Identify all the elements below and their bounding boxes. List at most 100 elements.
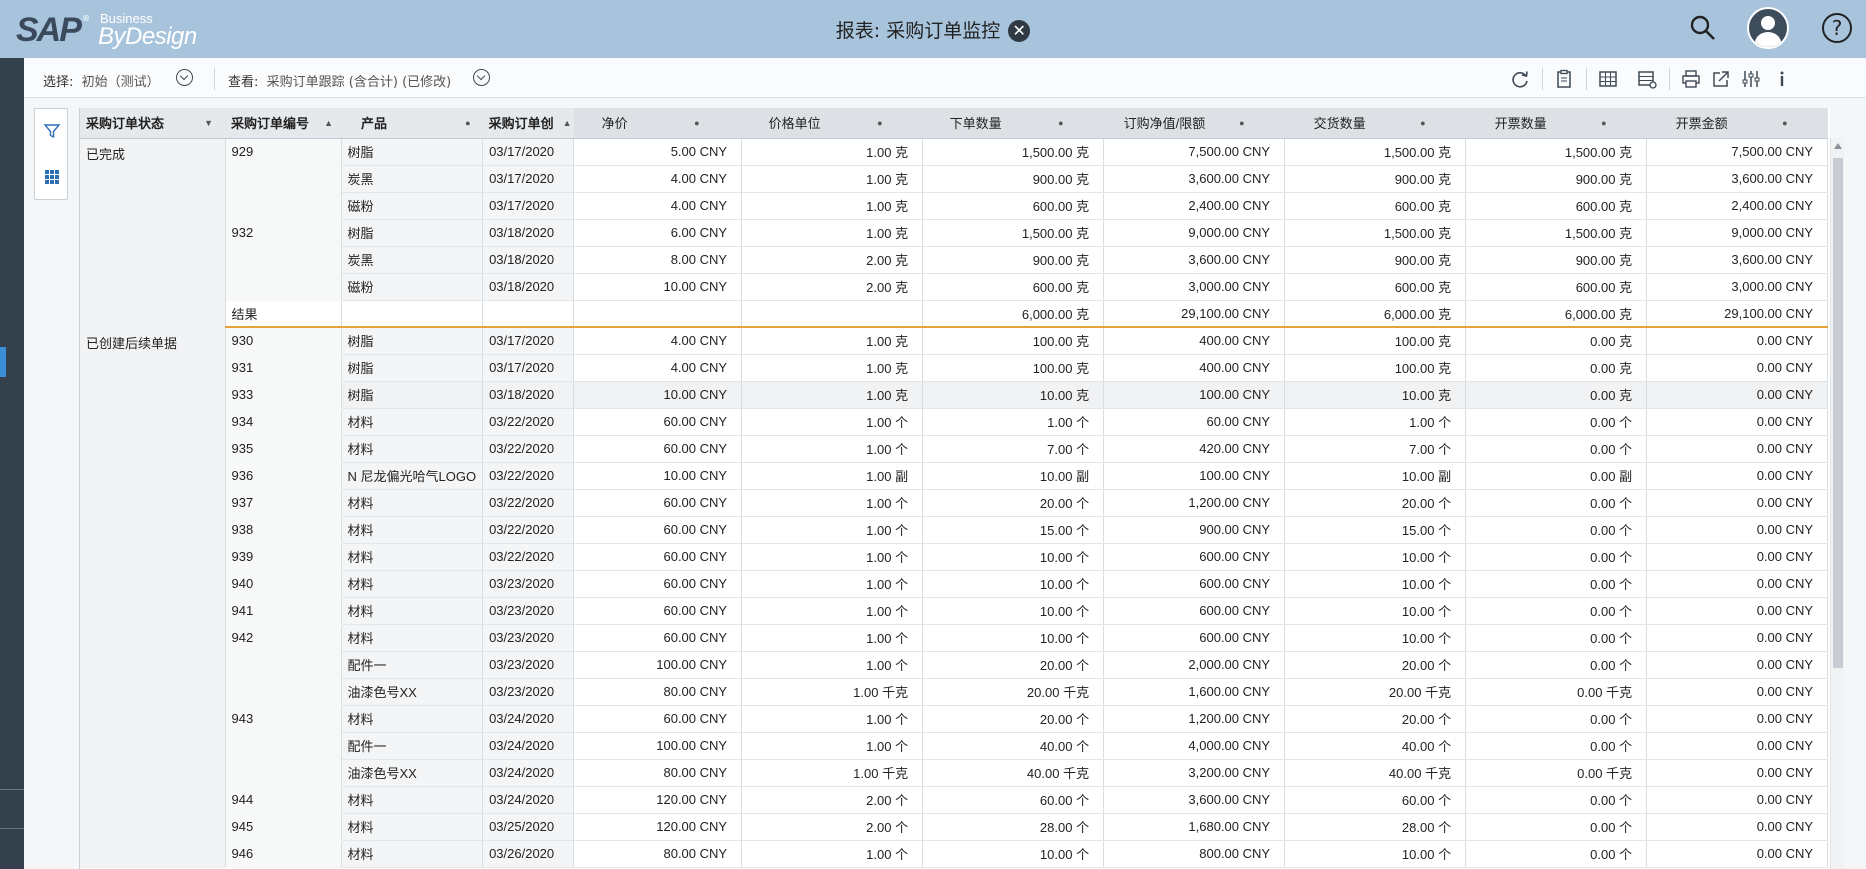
table-row[interactable]: 931 树脂 03/17/2020 4.00 CNY 1.00 克 100.00 克 400…	[80, 353, 1829, 382]
side-tool-panel	[34, 108, 68, 200]
column-header[interactable]: 净价 ●	[573, 108, 742, 139]
order-id-cell[interactable]: 938	[225, 515, 342, 544]
table-row[interactable]: 936 N 尼龙偏光哈气LOGO 03/22/2020 10.00 CNY 1.00 副…	[80, 461, 1829, 490]
order-id-cell[interactable]: 942	[225, 623, 342, 706]
table-row[interactable]: 941 材料 03/23/2020 60.00 CNY 1.00 个 10.00 个 600…	[80, 596, 1829, 625]
order-id-cell[interactable]: 941	[225, 596, 342, 625]
print-icon[interactable]	[1680, 68, 1702, 90]
scroll-up-icon[interactable]	[1834, 143, 1842, 149]
vertical-scrollbar[interactable]	[1830, 138, 1844, 869]
column-menu-icon[interactable]: ●	[465, 118, 470, 128]
table-settings-icon[interactable]	[1636, 68, 1658, 90]
column-header[interactable]: 开票数量 ●	[1465, 108, 1647, 139]
value-cell: 1.00 克	[741, 192, 924, 220]
value-cell: 0.00 CNY	[1646, 543, 1829, 571]
sort-asc-icon[interactable]: ▲	[324, 118, 333, 128]
column-header[interactable]: 交货数量 ●	[1284, 108, 1466, 139]
column-header[interactable]: 订购净值/限额 ●	[1103, 108, 1285, 139]
table-row[interactable]: 937 材料 03/22/2020 60.00 CNY 1.00 个 20.00 个 1,2…	[80, 488, 1829, 517]
scrollbar-thumb[interactable]	[1833, 158, 1843, 668]
value-cell: 2,400.00 CNY	[1103, 192, 1286, 220]
column-header[interactable]: 采购订单状态 ▼	[80, 108, 225, 139]
table-row[interactable]: 944 材料 03/24/2020 120.00 CNY 2.00 个 60.00 个 3,…	[80, 785, 1829, 814]
column-menu-icon[interactable]: ●	[1058, 118, 1063, 128]
order-id-cell[interactable]: 939	[225, 542, 342, 571]
column-header[interactable]: 产品 ●	[341, 108, 483, 139]
table-row[interactable]: 934 材料 03/22/2020 60.00 CNY 1.00 个 1.00 个 60.0…	[80, 407, 1829, 436]
table-row[interactable]: 已创建后续单据 930 树脂 03/17/2020 4.00 CNY 1.00 克 100.…	[80, 326, 1829, 868]
sort-asc-icon[interactable]: ▲	[563, 118, 572, 128]
product-cell: 磁粉	[341, 192, 484, 220]
table-row[interactable]: 配件一 03/24/2020 100.00 CNY 1.00 个 40.00 个 4,00…	[80, 732, 1829, 760]
value-cell: 1.00 个	[741, 435, 924, 463]
table-row[interactable]: 已完成 929 树脂 03/17/2020 5.00 CNY 1.00 克 1,500.00…	[80, 137, 1829, 328]
column-menu-icon[interactable]: ●	[694, 118, 699, 128]
table-row[interactable]: 946 材料 03/26/2020 80.00 CNY 1.00 个 10.00 个 800…	[80, 839, 1829, 868]
date-cell: 03/24/2020	[482, 732, 575, 760]
user-avatar[interactable]	[1746, 7, 1790, 49]
sort-filter-icon[interactable]: ▼	[204, 118, 213, 128]
table-row[interactable]: 945 材料 03/25/2020 120.00 CNY 2.00 个 28.00 个 1,…	[80, 812, 1829, 841]
order-id-cell[interactable]: 934	[225, 407, 342, 436]
table-row[interactable]: 炭黑 03/17/2020 4.00 CNY 1.00 克 900.00 克 3,600.…	[80, 165, 1829, 193]
close-icon[interactable]: ✕	[1008, 20, 1031, 42]
column-menu-icon[interactable]: ●	[877, 118, 882, 128]
result-value-cell: 29,100.00 CNY	[1646, 300, 1829, 328]
column-header[interactable]: 采购订单创 ▲	[482, 108, 574, 139]
column-menu-icon[interactable]: ●	[1601, 118, 1606, 128]
order-id-cell[interactable]: 935	[225, 434, 342, 463]
select-dropdown-icon[interactable]	[176, 69, 193, 86]
column-menu-icon[interactable]: ●	[1239, 118, 1244, 128]
view-variant[interactable]: 查看: 采购订单跟踪 (含合计) (已修改)	[228, 71, 451, 90]
value-cell: 40.00 个	[922, 732, 1105, 760]
column-header[interactable]: 采购订单编号 ▲	[225, 108, 341, 139]
order-id-cell[interactable]: 936	[225, 461, 342, 490]
table-row[interactable]: 932 树脂 03/18/2020 6.00 CNY 1.00 克 1,500.00 克9…	[80, 218, 1829, 301]
table-icon[interactable]	[1597, 68, 1619, 90]
value-cell: 60.00 CNY	[573, 705, 743, 733]
table-row[interactable]: 油漆色号XX 03/23/2020 80.00 CNY 1.00 千克 20.00 千克…	[80, 678, 1829, 706]
column-header[interactable]: 价格单位 ●	[741, 108, 923, 139]
table-row[interactable]: 磁粉 03/17/2020 4.00 CNY 1.00 克 600.00 克 2,400.…	[80, 192, 1829, 220]
export-icon[interactable]	[1710, 68, 1732, 90]
order-id-cell[interactable]: 931	[225, 353, 342, 382]
table-row[interactable]: 配件一 03/23/2020 100.00 CNY 1.00 个 20.00 个 2,00…	[80, 651, 1829, 679]
order-id-cell[interactable]: 929	[225, 137, 342, 220]
clipboard-icon[interactable]	[1553, 68, 1575, 90]
order-id-cell[interactable]: 945	[225, 812, 342, 841]
order-id-cell[interactable]: 943	[225, 704, 342, 787]
table-row[interactable]: 933 树脂 03/18/2020 10.00 CNY 1.00 克 10.00 克 100…	[80, 380, 1829, 409]
value-cell: 10.00 个	[1284, 624, 1467, 652]
table-row[interactable]: 943 材料 03/24/2020 60.00 CNY 1.00 个 20.00 个 1,2…	[80, 704, 1829, 787]
table-row[interactable]: 940 材料 03/23/2020 60.00 CNY 1.00 个 10.00 个 600…	[80, 569, 1829, 598]
table-row[interactable]: 942 材料 03/23/2020 60.00 CNY 1.00 个 10.00 个 600…	[80, 623, 1829, 706]
refresh-icon[interactable]	[1509, 68, 1531, 90]
info-icon[interactable]	[1771, 68, 1793, 90]
column-menu-icon[interactable]: ●	[1782, 118, 1787, 128]
column-header[interactable]: 开票金额 ●	[1646, 108, 1828, 139]
table-row[interactable]: 炭黑 03/18/2020 8.00 CNY 2.00 克 900.00 克 3,600.…	[80, 246, 1829, 274]
grid-view-icon[interactable]	[43, 168, 61, 186]
order-id-cell[interactable]: 940	[225, 569, 342, 598]
table-row[interactable]: 939 材料 03/22/2020 60.00 CNY 1.00 个 10.00 个 600…	[80, 542, 1829, 571]
order-id-cell[interactable]: 933	[225, 380, 342, 409]
filter-icon[interactable]	[43, 122, 61, 140]
result-value-cell	[573, 300, 743, 328]
order-id-cell[interactable]: 944	[225, 785, 342, 814]
settings-sliders-icon[interactable]	[1740, 68, 1762, 90]
table-row[interactable]: 磁粉 03/18/2020 10.00 CNY 2.00 克 600.00 克 3,000…	[80, 273, 1829, 301]
order-id-cell[interactable]: 932	[225, 218, 342, 301]
help-button[interactable]: ?	[1820, 8, 1854, 48]
column-menu-icon[interactable]: ●	[1420, 118, 1425, 128]
order-id-cell[interactable]: 946	[225, 839, 342, 868]
value-cell: 1.00 个	[741, 840, 924, 868]
search-icon[interactable]	[1688, 8, 1718, 48]
selection-variant[interactable]: 选择: 初始（测试）	[43, 71, 160, 90]
order-id-cell[interactable]: 937	[225, 488, 342, 517]
table-row[interactable]: 935 材料 03/22/2020 60.00 CNY 1.00 个 7.00 个 420.…	[80, 434, 1829, 463]
table-row[interactable]: 938 材料 03/22/2020 60.00 CNY 1.00 个 15.00 个 900…	[80, 515, 1829, 544]
table-row[interactable]: 油漆色号XX 03/24/2020 80.00 CNY 1.00 千克 40.00 千克…	[80, 759, 1829, 787]
order-id-cell[interactable]: 930	[225, 326, 342, 355]
view-dropdown-icon[interactable]	[473, 69, 490, 86]
column-header[interactable]: 下单数量 ●	[922, 108, 1104, 139]
